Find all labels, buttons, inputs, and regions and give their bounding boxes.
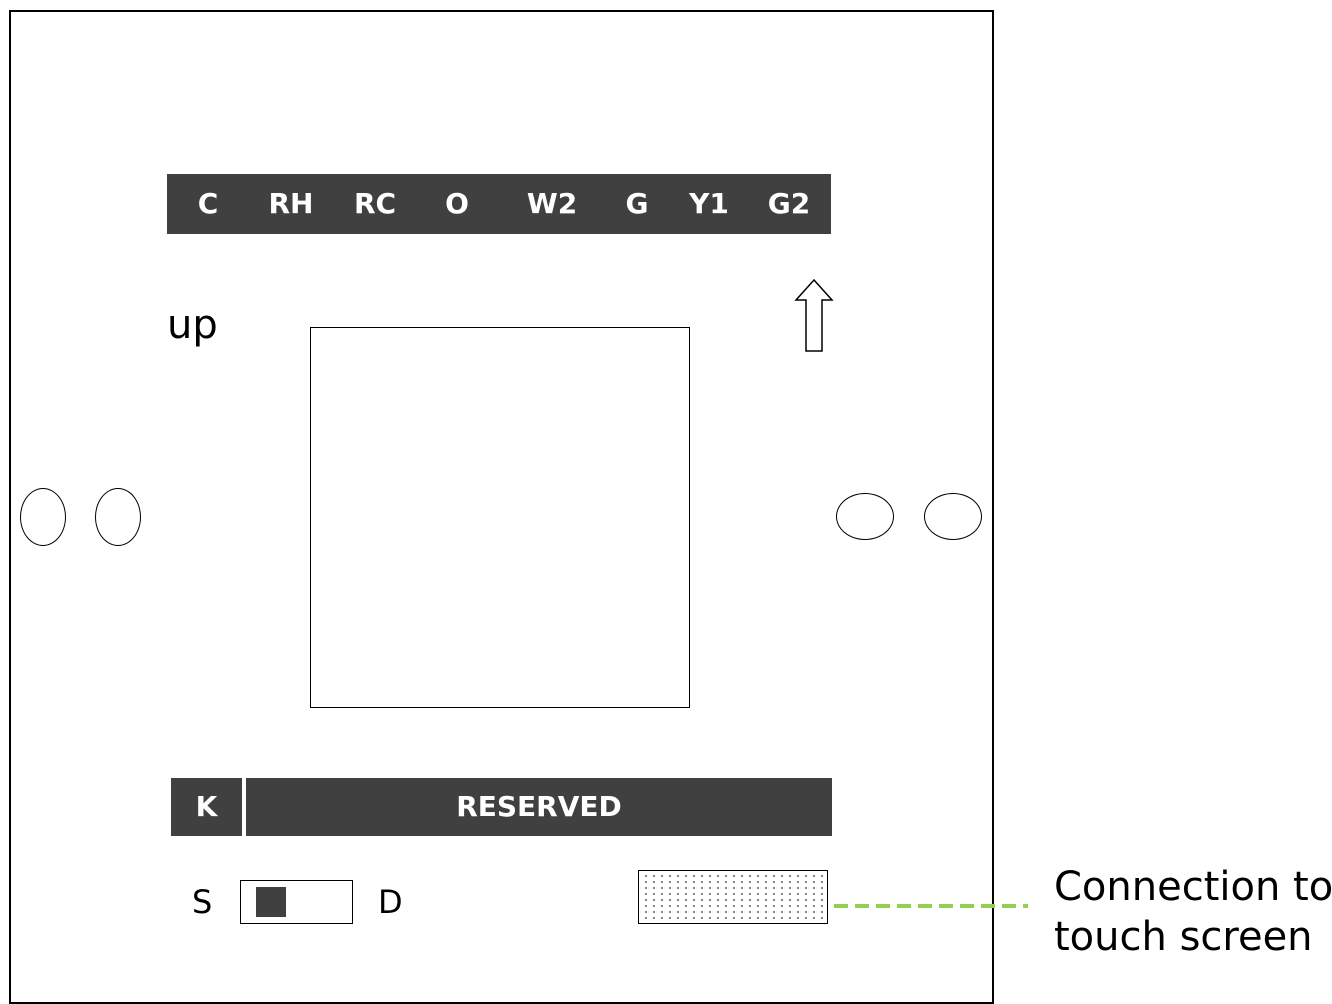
touch-screen-connector	[638, 870, 828, 924]
reserved-label: RESERVED	[456, 790, 622, 823]
terminal-w2: W2	[526, 187, 578, 220]
right-mounting-hole-inner	[836, 493, 894, 540]
left-mounting-hole-inner	[95, 488, 141, 546]
selector-switch[interactable]	[240, 880, 353, 924]
switch-label-d: D	[378, 883, 403, 921]
connector-caption-line1: Connection to	[1054, 864, 1332, 910]
terminal-c: C	[197, 187, 219, 220]
switch-knob[interactable]	[256, 887, 286, 917]
switch-label-s: S	[192, 883, 213, 921]
terminal-g: G	[625, 187, 649, 220]
up-arrow-icon	[794, 278, 834, 352]
left-mounting-hole-outer	[20, 488, 66, 546]
terminal-rc: RC	[353, 187, 397, 220]
terminal-o: O	[445, 187, 469, 220]
terminal-g2: G2	[767, 187, 811, 220]
right-mounting-hole-outer	[924, 493, 982, 540]
terminal-y1: Y1	[689, 187, 729, 220]
terminal-rh: RH	[268, 187, 314, 220]
center-square	[310, 327, 690, 708]
connector-leader-line	[834, 904, 1028, 908]
top-terminal-bar: C RH RC O W2 G Y1 G2	[167, 174, 831, 234]
k-label: K	[195, 790, 218, 823]
connector-caption-line2: touch screen	[1054, 914, 1313, 960]
bottom-bar-reserved: RESERVED	[246, 778, 832, 836]
connector-caption: Connection to touch screen	[1054, 862, 1332, 962]
bottom-bar-k: K	[171, 778, 242, 836]
up-label: up	[167, 302, 218, 348]
